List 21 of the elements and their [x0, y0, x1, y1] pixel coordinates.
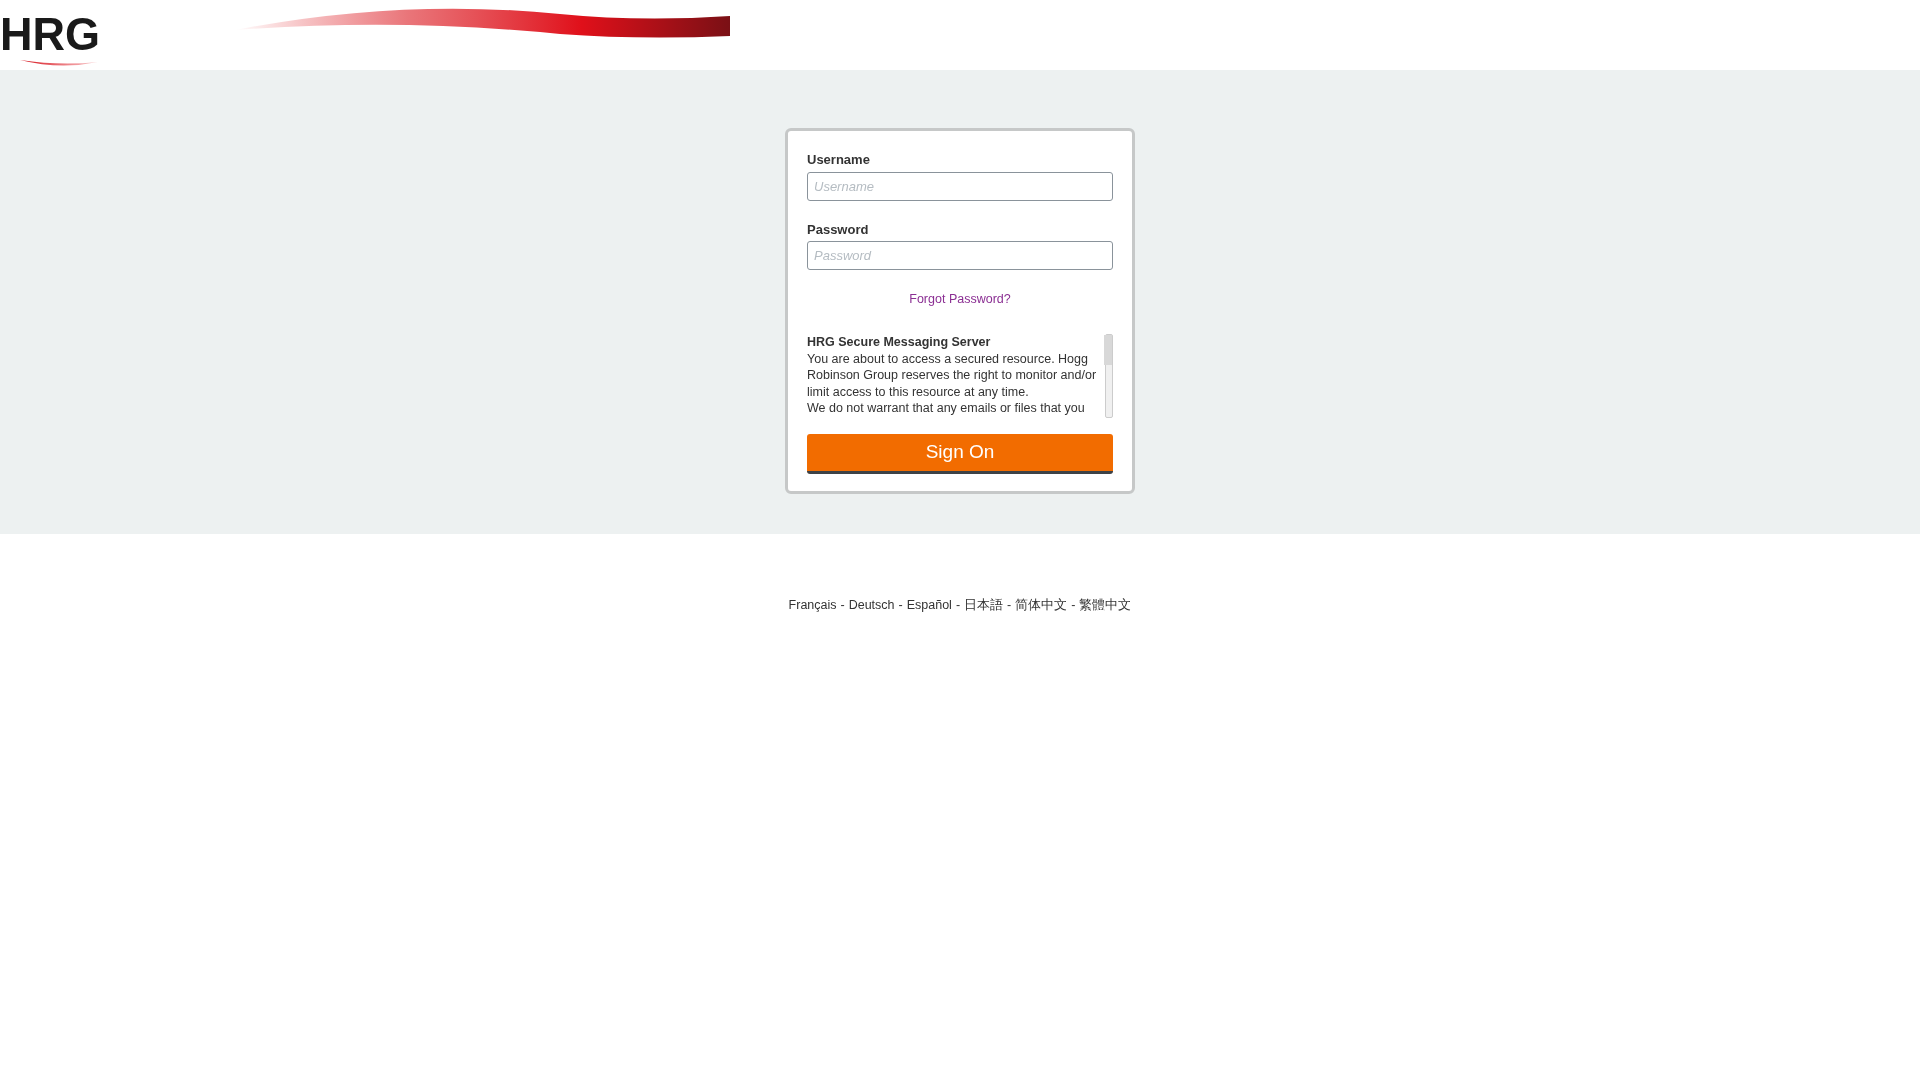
separator: -: [1007, 597, 1012, 614]
username-field[interactable]: Username: [807, 171, 1113, 201]
language-link[interactable]: Deutsch: [848, 596, 895, 615]
field-label: Username: [807, 151, 870, 169]
separator: -: [955, 597, 961, 614]
language-link[interactable]: 日本語: [964, 596, 1004, 615]
separator: -: [840, 597, 845, 614]
language-link[interactable]: 繁體中文: [1079, 596, 1132, 615]
notice-text: We do not warrant that any emails or files that you: [807, 400, 1086, 417]
field-label: Password: [807, 220, 869, 239]
forgot-password-link[interactable]: Forgot Password?: [909, 292, 1011, 306]
language-link[interactable]: Français: [788, 596, 837, 615]
language-link[interactable]: Español: [906, 596, 952, 615]
language-link[interactable]: 简体中文: [1015, 596, 1068, 615]
logo: HRG: [0, 8, 103, 66]
notice-title: HRG Secure Messaging Server: [807, 334, 992, 351]
scrollbar[interactable]: [1105, 334, 1113, 418]
password-field[interactable]: Password: [807, 241, 1113, 270]
notice-text: You are about to access a secured resource. Hogg Robinson Group reserves the right to monitor and/or limit access to this resource at any time.: [807, 350, 1098, 400]
separator: -: [1071, 597, 1076, 614]
separator: -: [898, 597, 903, 614]
